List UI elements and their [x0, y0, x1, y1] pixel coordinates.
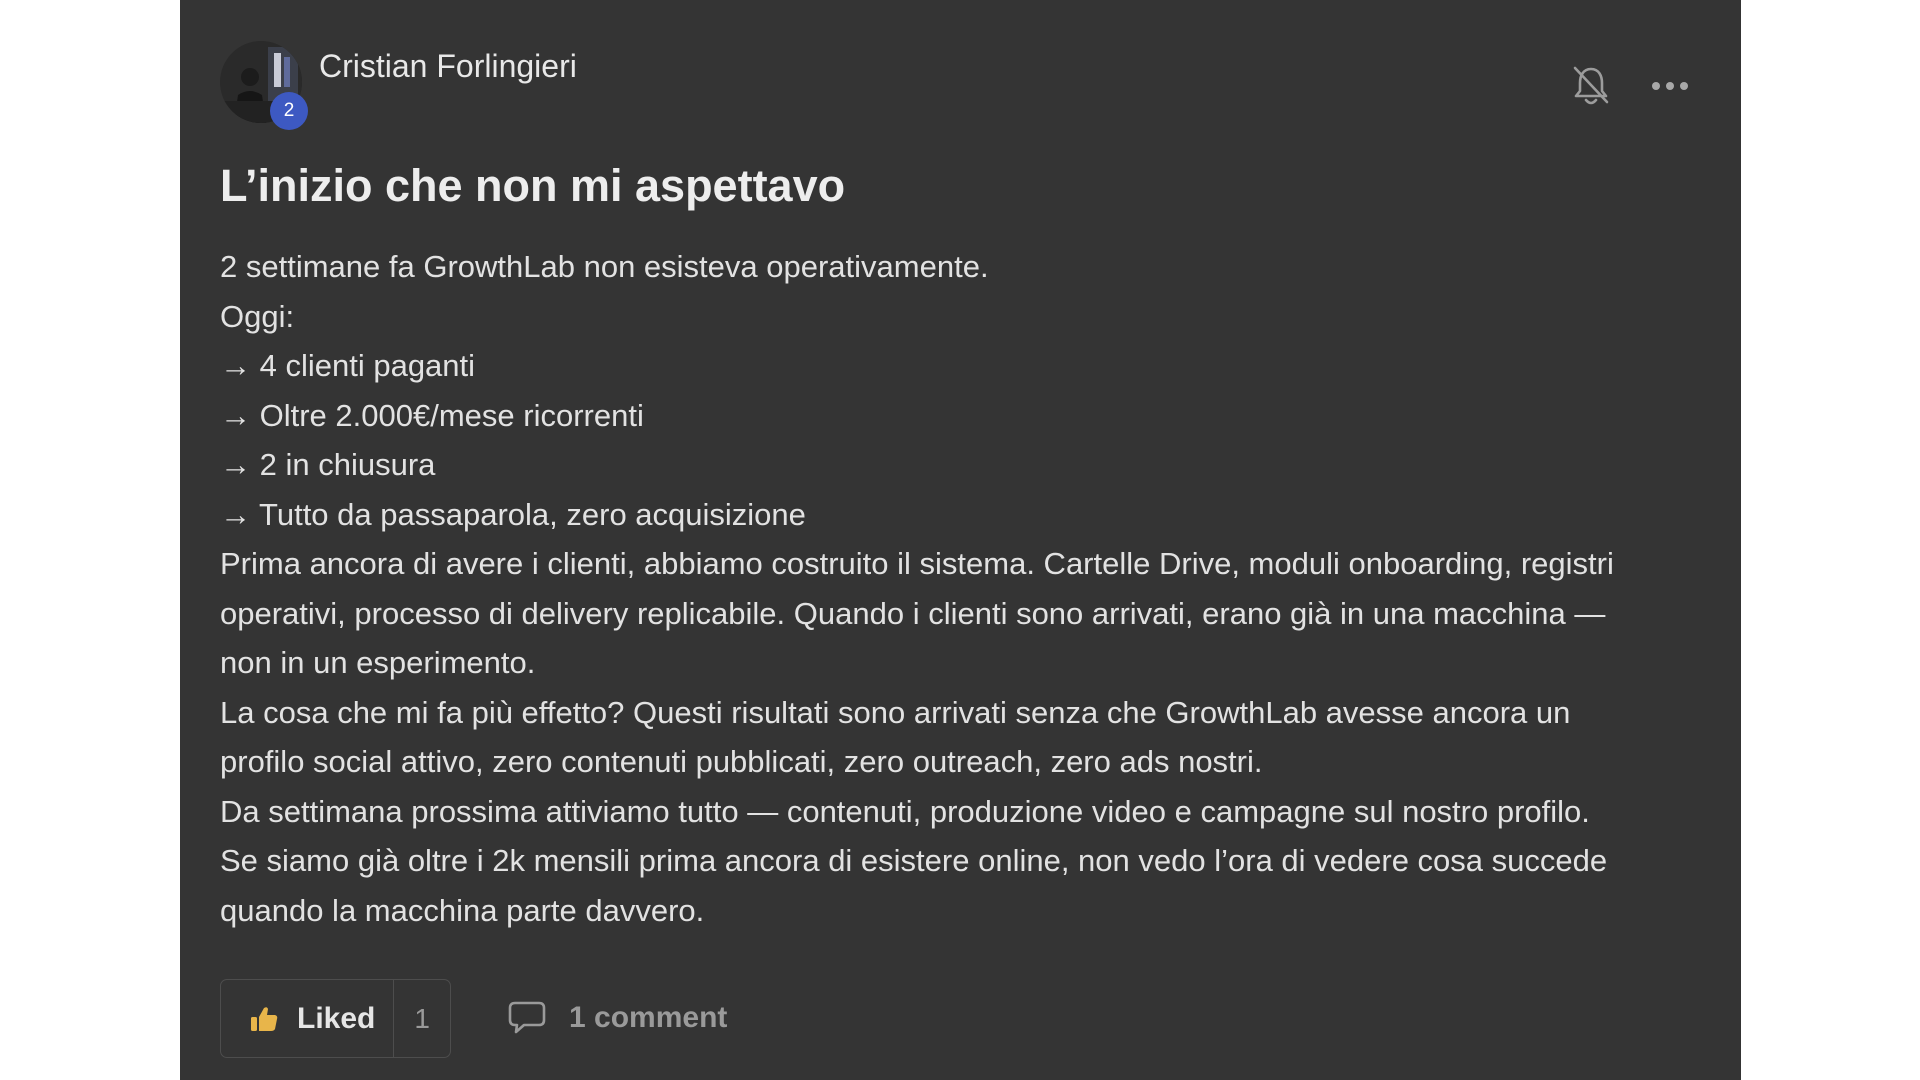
- body-line: Oggi:: [220, 298, 295, 334]
- body-line: Se siamo già oltre i 2k mensili prima an…: [220, 843, 1608, 878]
- bell-off-icon: [1573, 66, 1609, 105]
- speech-bubble-icon: [508, 1001, 546, 1034]
- more-options-button[interactable]: [1650, 70, 1690, 102]
- body-line: → Tutto da passaparola, zero acquisizion…: [220, 496, 806, 532]
- body-line: La cosa che mi fa più effetto? Questi ri…: [220, 694, 1571, 730]
- level-badge: 2: [270, 92, 308, 130]
- body-line: Da settimana prossima attiviamo tutto — …: [220, 793, 1590, 829]
- body-line: → 4 clienti paganti: [220, 348, 476, 383]
- post-card: 2 Cristian Forlingieri L’inizio che non …: [180, 0, 1741, 1080]
- post-title: L’inizio che non mi aspettavo: [220, 160, 846, 211]
- author-name[interactable]: Cristian Forlingieri: [319, 48, 577, 85]
- body-line: profilo social attivo, zero contenuti pu…: [220, 744, 1263, 779]
- body-line: → 2 in chiusura: [220, 447, 436, 482]
- body-line: quando la macchina parte davvero.: [220, 892, 705, 928]
- body-line: 2 settimane fa GrowthLab non esisteva op…: [220, 249, 989, 284]
- body-line: Prima ancora di avere i clienti, abbiamo…: [220, 546, 1614, 581]
- comment-count-label: 1 comment: [569, 1001, 728, 1034]
- like-label: Liked: [297, 1001, 376, 1035]
- body-line: non in un esperimento.: [220, 645, 536, 680]
- comment-button[interactable]: 1 comment: [507, 1000, 727, 1036]
- notification-toggle-button[interactable]: [1570, 64, 1612, 108]
- body-line: operativi, processo di delivery replicab…: [220, 595, 1606, 631]
- like-count[interactable]: 1: [394, 1003, 450, 1035]
- post-body: 2 settimane fa GrowthLab non esisteva op…: [220, 242, 1710, 935]
- like-button[interactable]: Liked: [221, 980, 395, 1057]
- thumbs-up-icon: [251, 1006, 278, 1031]
- like-control: Liked 1: [220, 979, 451, 1058]
- body-line: → Oltre 2.000€/mese ricorrenti: [220, 397, 644, 433]
- more-horizontal-icon: [1652, 82, 1688, 90]
